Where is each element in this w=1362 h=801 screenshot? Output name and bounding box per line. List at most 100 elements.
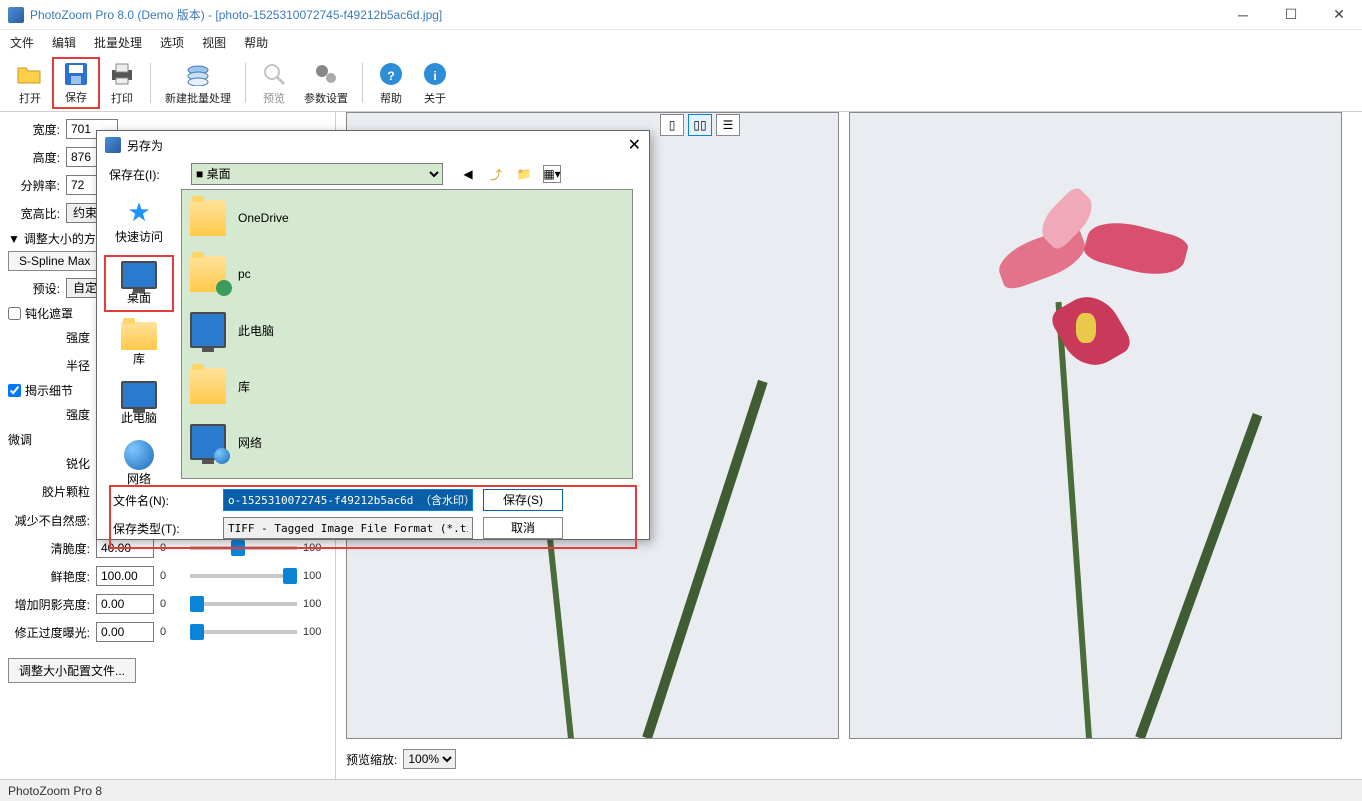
grain-label: 胶片颗粒 xyxy=(8,483,96,500)
statusbar: PhotoZoom Pro 8 xyxy=(0,779,1362,801)
file-list[interactable]: OneDrive pc 此电脑 库 网络 xyxy=(181,189,633,479)
place-desktop[interactable]: 桌面 xyxy=(104,255,174,312)
dialog-close-button[interactable]: ✕ xyxy=(628,135,641,155)
resolution-label: 分辨率: xyxy=(8,177,66,194)
save-button[interactable]: 保存 xyxy=(52,57,100,109)
sharpen-mask-checkbox[interactable] xyxy=(8,307,21,320)
intensity-label: 强度 xyxy=(8,329,96,346)
close-button[interactable]: ✕ xyxy=(1324,5,1354,25)
exposure-input[interactable] xyxy=(96,622,154,642)
save-as-dialog: 另存为 ✕ 保存在(I): ■ 桌面 ◀ ⤴ 📁 ▦▾ ★快速访问 桌面 库 此… xyxy=(96,130,650,540)
dialog-save-button[interactable]: 保存(S) xyxy=(483,489,563,511)
settings-button[interactable]: 参数设置 xyxy=(296,57,356,109)
maximize-button[interactable]: ☐ xyxy=(1276,5,1306,25)
menu-view[interactable]: 视图 xyxy=(202,34,226,51)
library-icon xyxy=(121,322,157,350)
filetype-select[interactable] xyxy=(223,517,473,539)
help-button[interactable]: ? 帮助 xyxy=(369,57,413,109)
file-item-thispc[interactable]: 此电脑 xyxy=(182,302,632,358)
preview-statusbar: 预览缩放: 100% xyxy=(346,749,456,769)
height-label: 高度: xyxy=(8,149,66,166)
star-icon: ★ xyxy=(127,197,150,228)
collapse-icon[interactable]: ▼ xyxy=(8,232,20,246)
zoom-label: 预览缩放: xyxy=(346,751,397,768)
place-thispc[interactable]: 此电脑 xyxy=(104,377,174,430)
file-item-network[interactable]: 网络 xyxy=(182,414,632,470)
place-library[interactable]: 库 xyxy=(104,318,174,371)
batch-button[interactable]: 新建批量处理 xyxy=(157,57,239,109)
open-button[interactable]: 打开 xyxy=(8,57,52,109)
pc-icon xyxy=(190,312,226,348)
place-network[interactable]: 网络 xyxy=(104,436,174,491)
sharpen-label: 锐化 xyxy=(8,455,96,472)
menu-file[interactable]: 文件 xyxy=(10,34,34,51)
printer-icon xyxy=(108,60,136,88)
filetype-label: 保存类型(T): xyxy=(113,520,213,537)
view-mode-toolbar: ▯ ▯▯ ☰ xyxy=(660,112,740,138)
view-stack-button[interactable]: ☰ xyxy=(716,114,740,136)
window-title: PhotoZoom Pro 8.0 (Demo 版本) - [photo-152… xyxy=(30,6,1228,23)
shadow-slider[interactable] xyxy=(190,602,297,606)
status-text: PhotoZoom Pro 8 xyxy=(8,784,102,798)
file-item-pc[interactable]: pc xyxy=(182,246,632,302)
nav-back-icon[interactable]: ◀ xyxy=(459,165,477,183)
help-icon: ? xyxy=(377,60,405,88)
desktop-icon xyxy=(121,261,157,289)
radius-label: 半径 xyxy=(8,357,96,374)
network-icon xyxy=(124,440,154,470)
savein-select[interactable]: ■ 桌面 xyxy=(191,163,443,185)
savein-label: 保存在(I): xyxy=(109,166,185,183)
folder-icon xyxy=(190,200,226,236)
preview-button[interactable]: 预览 xyxy=(252,57,296,109)
menu-edit[interactable]: 编辑 xyxy=(52,34,76,51)
filename-label: 文件名(N): xyxy=(113,492,213,509)
file-item-library[interactable]: 库 xyxy=(182,358,632,414)
vivid-label: 鲜艳度: xyxy=(8,568,96,585)
titlebar: PhotoZoom Pro 8.0 (Demo 版本) - [photo-152… xyxy=(0,0,1362,30)
network-pc-icon xyxy=(190,424,226,460)
vivid-input[interactable] xyxy=(96,566,154,586)
svg-text:i: i xyxy=(433,69,436,83)
file-item-onedrive[interactable]: OneDrive xyxy=(182,190,632,246)
reveal-detail-checkbox[interactable] xyxy=(8,384,21,397)
reduce-unnatural-label: 减少不自然感: xyxy=(8,512,96,529)
exposure-slider[interactable] xyxy=(190,630,297,634)
pc-icon xyxy=(121,381,157,409)
reveal-detail-label: 揭示细节 xyxy=(25,382,73,399)
sharpen-mask-label: 钝化遮罩 xyxy=(25,305,73,322)
about-button[interactable]: i 关于 xyxy=(413,57,457,109)
folder-open-icon xyxy=(16,60,44,88)
finetune-label: 微调 xyxy=(8,431,32,448)
width-label: 宽度: xyxy=(8,121,66,138)
toolbar: 打开 保存 打印 新建批量处理 预览 参数设置 ? 帮助 i 关于 xyxy=(0,54,1362,112)
minimize-button[interactable]: ─ xyxy=(1228,5,1258,25)
shadow-input[interactable] xyxy=(96,594,154,614)
view-split-button[interactable]: ▯▯ xyxy=(688,114,712,136)
place-quick[interactable]: ★快速访问 xyxy=(104,193,174,249)
magnifier-icon xyxy=(260,60,288,88)
nav-newfolder-icon[interactable]: 📁 xyxy=(515,165,533,183)
menu-batch[interactable]: 批量处理 xyxy=(94,34,142,51)
svg-text:?: ? xyxy=(387,69,394,83)
nav-up-icon[interactable]: ⤴ xyxy=(487,165,505,183)
method-button[interactable]: S-Spline Max xyxy=(8,251,101,271)
vivid-slider[interactable] xyxy=(190,574,297,578)
zoom-select[interactable]: 100% xyxy=(403,749,456,769)
intensity2-label: 强度 xyxy=(8,406,96,423)
menu-options[interactable]: 选项 xyxy=(160,34,184,51)
view-single-button[interactable]: ▯ xyxy=(660,114,684,136)
dialog-title: 另存为 xyxy=(127,137,628,154)
library-icon xyxy=(190,368,226,404)
menubar: 文件 编辑 批量处理 选项 视图 帮助 xyxy=(0,30,1362,54)
print-button[interactable]: 打印 xyxy=(100,57,144,109)
nav-viewmode-icon[interactable]: ▦▾ xyxy=(543,165,561,183)
filename-input[interactable] xyxy=(223,489,473,511)
folder-icon xyxy=(190,256,226,292)
menu-help[interactable]: 帮助 xyxy=(244,34,268,51)
resize-config-button[interactable]: 调整大小配置文件... xyxy=(8,658,136,683)
batch-icon xyxy=(184,60,212,88)
preview-pane-right[interactable] xyxy=(849,112,1342,739)
dialog-cancel-button[interactable]: 取消 xyxy=(483,517,563,539)
shadow-label: 增加阴影亮度: xyxy=(8,596,96,613)
aspect-label: 宽高比: xyxy=(8,205,66,222)
